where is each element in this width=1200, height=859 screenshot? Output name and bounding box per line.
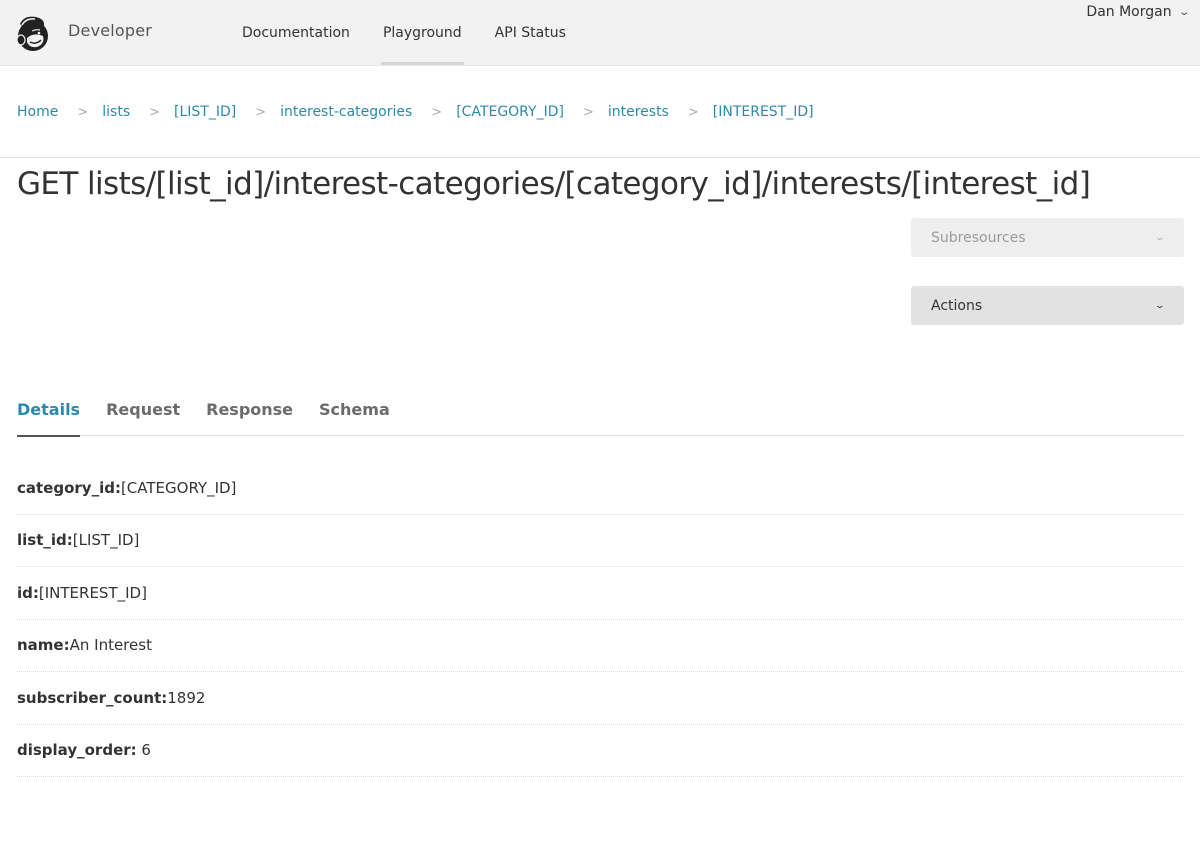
detail-row-category-id: category_id: [CATEGORY_ID]: [17, 462, 1184, 515]
chevron-down-icon: ⌄: [1177, 6, 1190, 18]
tab-schema[interactable]: Schema: [319, 390, 390, 436]
detail-key: id:: [17, 583, 39, 602]
detail-key: subscriber_count:: [17, 688, 168, 707]
actions-dropdown[interactable]: Actions ⌄: [911, 286, 1184, 325]
detail-row-display-order: display_order: 6: [17, 725, 1184, 777]
breadcrumb-interests[interactable]: interests: [608, 104, 669, 120]
chevron-right-icon: >: [149, 104, 161, 120]
detail-key: category_id:: [17, 478, 121, 497]
top-navigation-bar: Developer Documentation Playground API S…: [0, 0, 1200, 66]
header-divider: [0, 157, 1200, 158]
detail-value: 1892: [167, 688, 206, 707]
chevron-right-icon: >: [582, 104, 594, 120]
tab-response[interactable]: Response: [206, 390, 293, 436]
user-name: Dan Morgan: [1086, 4, 1172, 20]
detail-value: [INTEREST_ID]: [38, 583, 147, 602]
brand-label: Developer: [68, 21, 153, 40]
breadcrumb-home[interactable]: Home: [17, 104, 58, 120]
user-menu[interactable]: Dan Morgan ⌄: [1086, 4, 1190, 20]
tab-details[interactable]: Details: [17, 390, 81, 437]
nav-documentation[interactable]: Documentation: [242, 0, 350, 66]
mailchimp-logo-icon[interactable]: [12, 12, 52, 54]
breadcrumb-lists[interactable]: lists: [102, 104, 130, 120]
breadcrumb-category-id[interactable]: [CATEGORY_ID]: [456, 104, 564, 120]
breadcrumb: Home > lists > [LIST_ID] > interest-cate…: [17, 104, 814, 120]
chevron-down-icon: ⌄: [1154, 232, 1166, 243]
actions-label: Actions: [931, 297, 983, 314]
detail-key: list_id:: [17, 531, 73, 550]
detail-value: 6: [136, 741, 151, 760]
subresources-dropdown[interactable]: Subresources ⌄: [911, 218, 1184, 257]
chevron-right-icon: >: [77, 104, 89, 120]
chevron-right-icon: >: [687, 104, 699, 120]
detail-value: [LIST_ID]: [72, 531, 140, 550]
nav-playground[interactable]: Playground: [380, 0, 464, 66]
chevron-right-icon: >: [255, 104, 267, 120]
detail-value: An Interest: [69, 636, 152, 655]
tab-bar: Details Request Response Schema: [17, 390, 1184, 437]
nav-api-status[interactable]: API Status: [495, 0, 566, 66]
page-title: GET lists/[list_id]/interest-categories/…: [17, 166, 1091, 202]
subresources-label: Subresources: [931, 229, 1026, 246]
detail-row-list-id: list_id: [LIST_ID]: [17, 515, 1184, 567]
chevron-right-icon: >: [431, 104, 443, 120]
chevron-down-icon: ⌄: [1154, 300, 1166, 311]
breadcrumb-interest-id[interactable]: [INTEREST_ID]: [713, 104, 814, 120]
detail-value: [CATEGORY_ID]: [120, 478, 237, 497]
main-nav: Documentation Playground API Status: [242, 0, 599, 66]
breadcrumb-interest-categories[interactable]: interest-categories: [280, 104, 412, 120]
tab-request[interactable]: Request: [106, 390, 180, 436]
detail-key: name:: [17, 636, 70, 655]
detail-key: display_order:: [17, 741, 137, 760]
breadcrumb-list-id[interactable]: [LIST_ID]: [174, 104, 236, 120]
details-list: category_id: [CATEGORY_ID] list_id: [LIST_…: [17, 462, 1184, 777]
detail-row-subscriber-count: subscriber_count: 1892: [17, 672, 1184, 725]
detail-row-id: id: [INTEREST_ID]: [17, 567, 1184, 620]
detail-row-name: name: An Interest: [17, 620, 1184, 672]
